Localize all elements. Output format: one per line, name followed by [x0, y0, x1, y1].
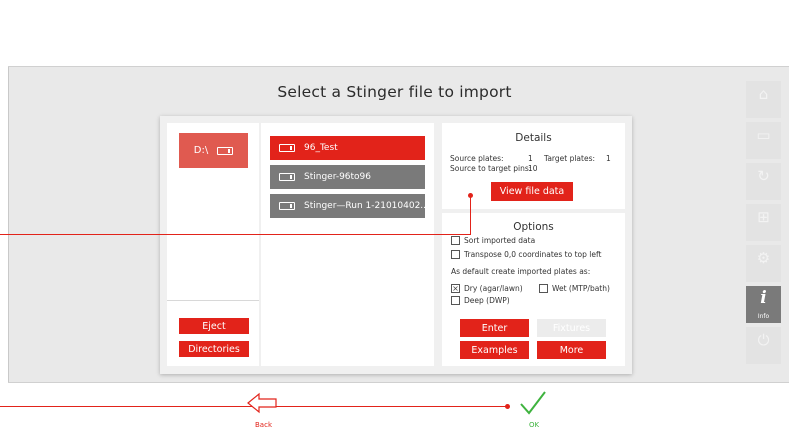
pins-label: Source to target pins: [450, 164, 532, 173]
checkmark-icon [520, 391, 546, 415]
sidebar-item-power[interactable]: ⏻ [746, 327, 781, 364]
drive-button-d[interactable]: D:\ [179, 133, 248, 168]
back-arrow-icon [247, 392, 277, 414]
settings-icon: ⚙ [756, 249, 771, 267]
file-name: Stinger—Run 1-21010402... [304, 201, 425, 211]
back-button[interactable] [246, 392, 278, 414]
sort-label: Sort imported data [464, 236, 536, 245]
file-name: 96_Test [304, 143, 338, 153]
sidebar-item-home[interactable]: ⌂ [746, 81, 781, 118]
dry-label: Dry (agar/lawn) [464, 284, 523, 293]
wet-checkbox[interactable] [539, 284, 548, 293]
pins-value: 10 [528, 164, 538, 173]
page-title: Select a Stinger file to import [277, 83, 512, 101]
sidebar-item-grid[interactable]: ⊞ [746, 204, 781, 241]
sort-checkbox[interactable] [451, 236, 460, 245]
pointer-dot [468, 193, 473, 198]
file-item-stinger-96to96[interactable]: Stinger-96to96 [270, 165, 425, 189]
info-label: Info [757, 313, 770, 320]
more-button[interactable]: More [537, 341, 606, 359]
info-icon: i [760, 288, 767, 308]
transpose-checkbox[interactable] [451, 250, 460, 259]
default-plates-label: As default create imported plates as: [451, 267, 591, 276]
back-label: Back [255, 421, 272, 429]
file-item-96-test[interactable]: 96_Test [270, 136, 425, 160]
ok-label: OK [529, 421, 540, 429]
pointer-dot [505, 404, 510, 409]
file-icon [279, 202, 295, 210]
file-item-stinger-run[interactable]: Stinger—Run 1-21010402... [270, 194, 425, 218]
eject-button[interactable]: Eject [179, 318, 249, 334]
sidebar-item-files[interactable]: ▭ [746, 122, 781, 159]
file-icon [279, 144, 295, 152]
source-plates-label: Source plates: [450, 154, 504, 163]
examples-button[interactable]: Examples [460, 341, 529, 359]
file-name: Stinger-96to96 [304, 172, 372, 182]
dry-checkbox[interactable]: × [451, 284, 460, 293]
ok-button[interactable] [519, 390, 547, 416]
sidebar-item-refresh[interactable]: ↻ [746, 163, 781, 200]
source-plates-value: 1 [528, 154, 533, 163]
power-icon: ⏻ [757, 331, 770, 349]
file-icon [279, 173, 295, 181]
top-bar [8, 0, 789, 67]
sidebar-item-info[interactable]: i Info [746, 286, 781, 323]
fixtures-button[interactable]: Fixtures [537, 319, 606, 337]
home-icon: ⌂ [758, 85, 769, 103]
transpose-label: Transpose 0,0 coordinates to top left [464, 250, 602, 259]
target-plates-value: 1 [606, 154, 611, 163]
divider [167, 300, 259, 301]
document-icon: ▭ [756, 126, 771, 144]
grid-icon: ⊞ [757, 208, 770, 226]
usb-drive-icon [217, 146, 234, 155]
wet-label: Wet (MTP/bath) [552, 284, 610, 293]
enter-button[interactable]: Enter [460, 319, 529, 337]
sidebar-item-settings[interactable]: ⚙ [746, 245, 781, 282]
deep-checkbox[interactable] [451, 296, 460, 305]
details-title: Details [515, 132, 552, 144]
pointer-line [0, 234, 470, 235]
pointer-line [470, 195, 471, 235]
deep-label: Deep (DWP) [464, 296, 510, 305]
drive-label: D:\ [193, 145, 209, 156]
directories-button[interactable]: Directories [179, 341, 249, 357]
refresh-icon: ↻ [757, 167, 770, 185]
target-plates-label: Target plates: [544, 154, 596, 163]
view-file-data-button[interactable]: View file data [491, 182, 573, 201]
